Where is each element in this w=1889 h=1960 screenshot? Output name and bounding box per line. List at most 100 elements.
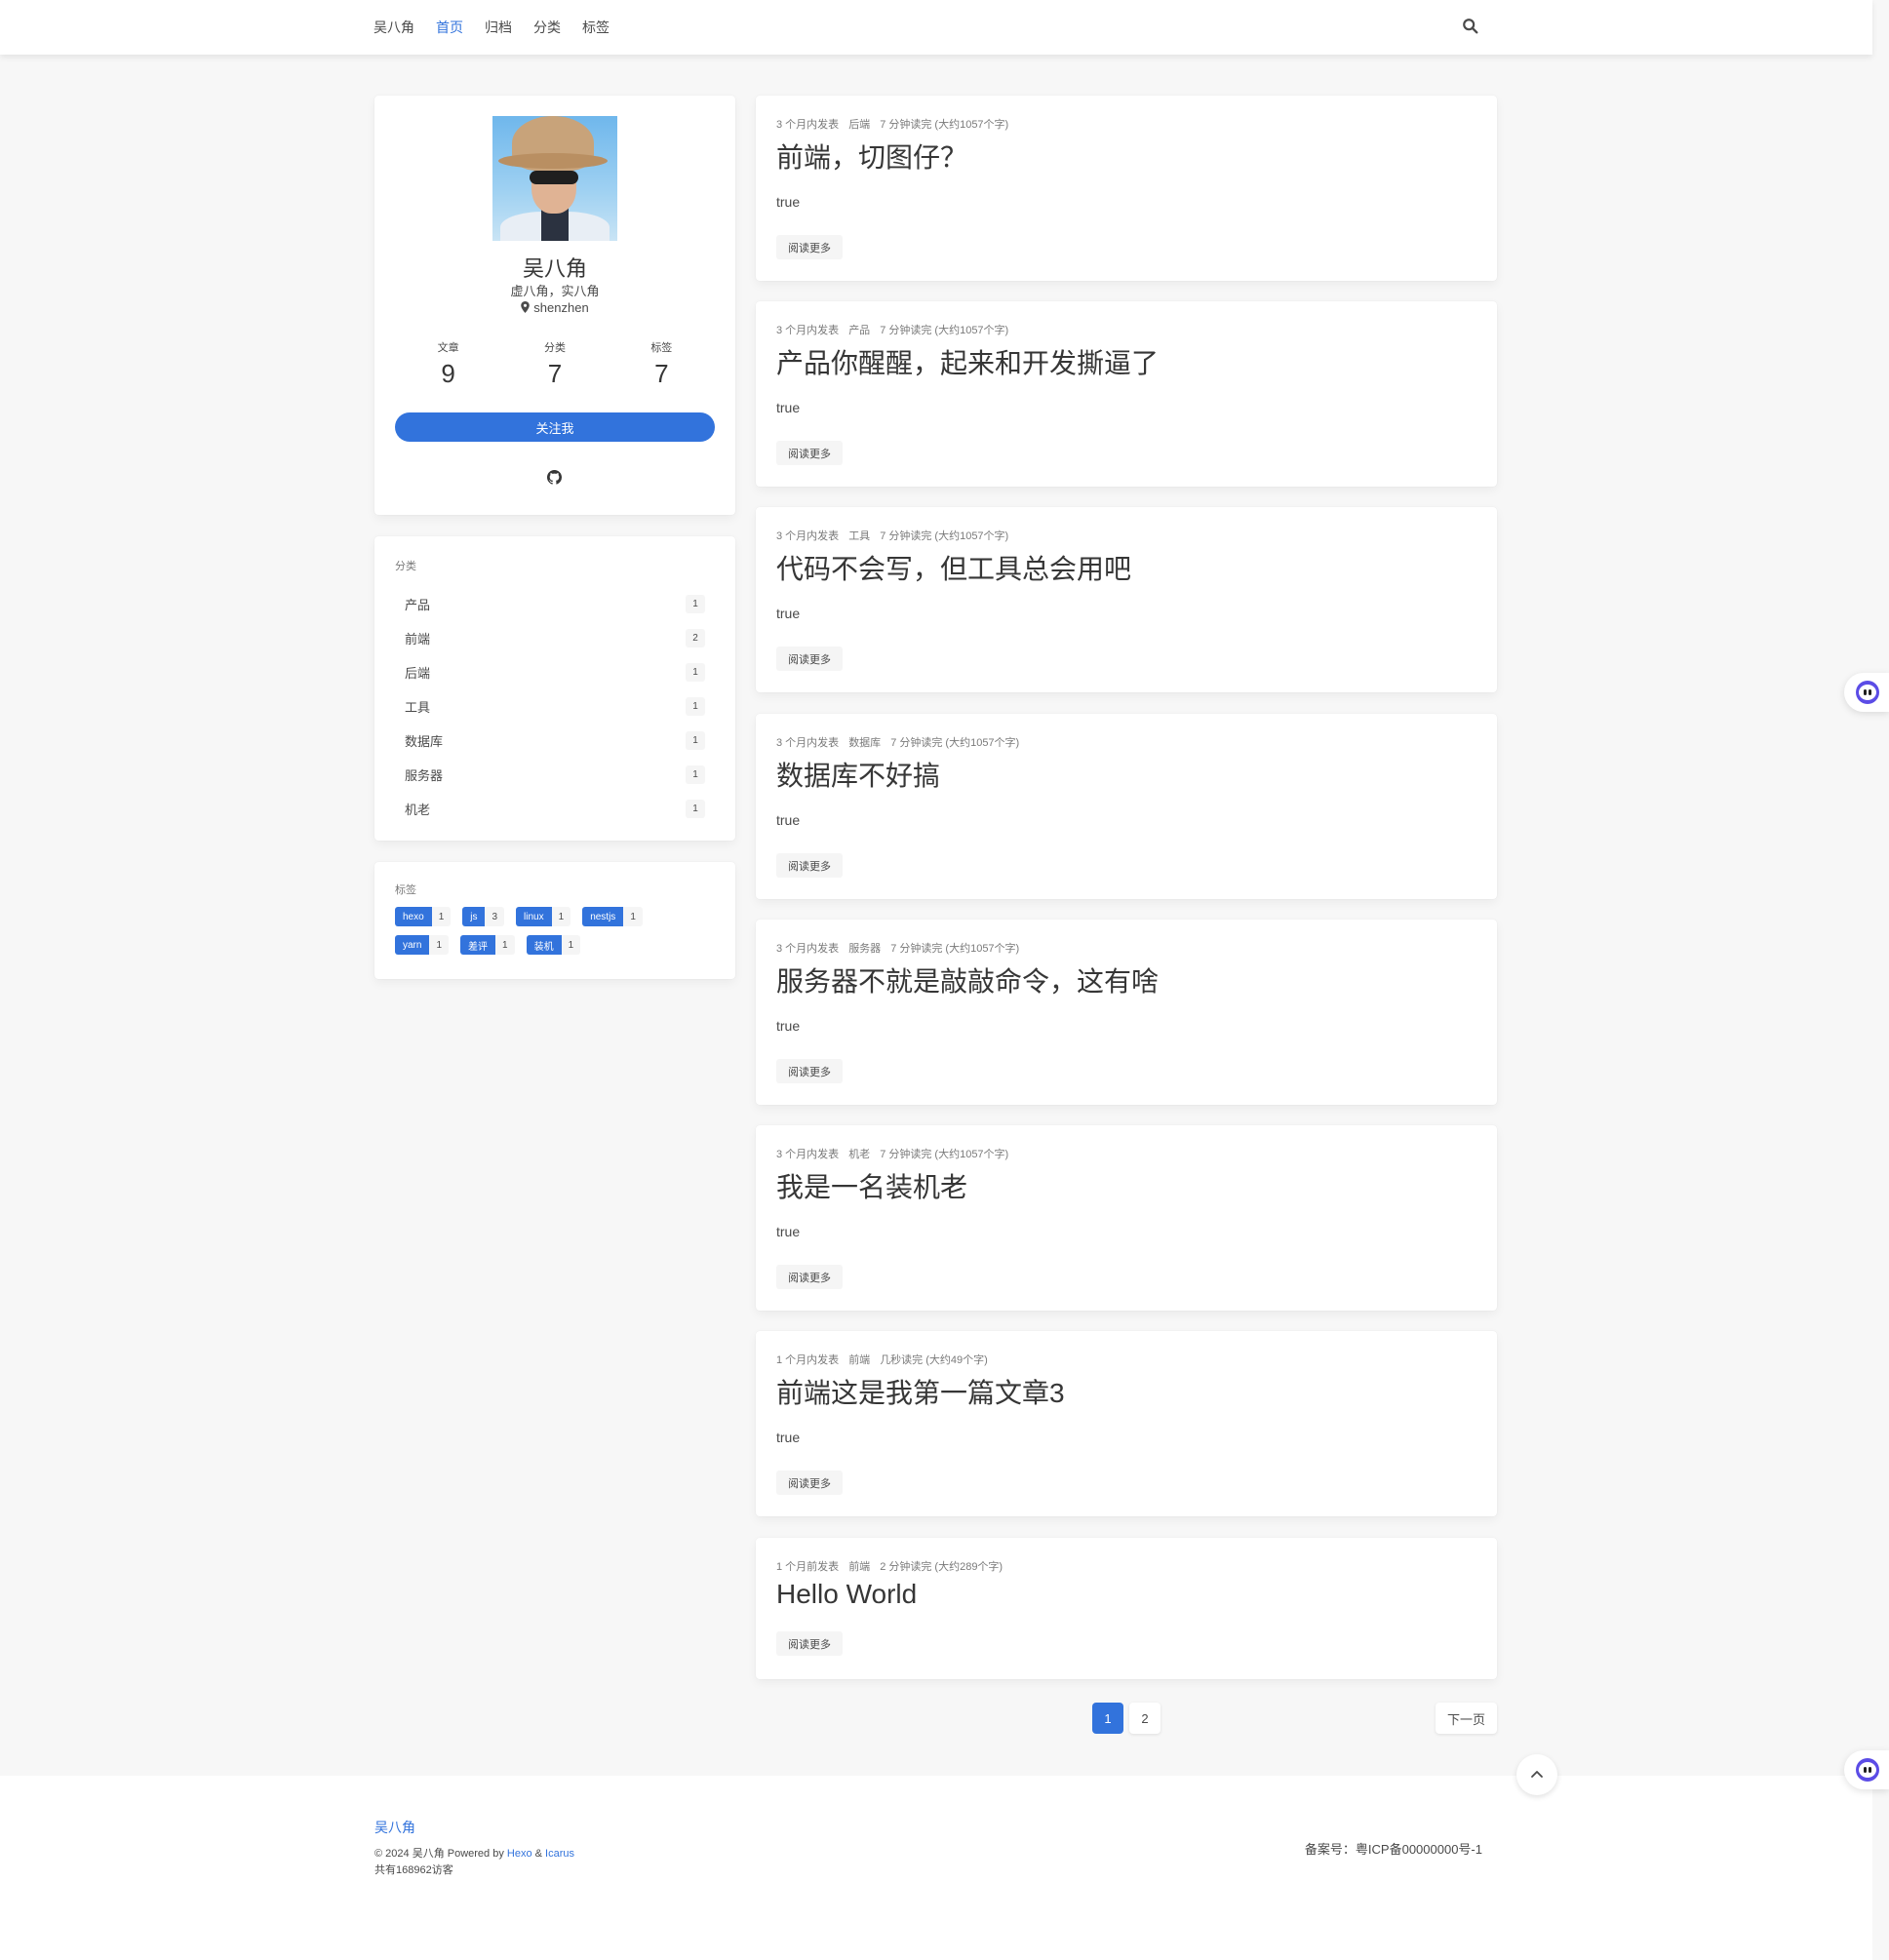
- post-date: 3 个月内发表: [776, 737, 840, 749]
- footer-brand[interactable]: 吴八角: [374, 1818, 415, 1837]
- post-excerpt: true: [776, 194, 801, 210]
- tag-build-pc[interactable]: 装机 1: [526, 935, 581, 955]
- github-icon[interactable]: [547, 470, 562, 485]
- stat-categories[interactable]: 分类 7: [501, 339, 608, 389]
- post-excerpt: true: [776, 400, 801, 415]
- post-meta: 3 个月内发表 机老 7 分钟读完 (大约1057个字): [776, 1146, 1018, 1161]
- category-item-tools[interactable]: 工具 1: [395, 689, 715, 724]
- navbar-inner: 吴八角 首页 归档 分类 标签: [374, 0, 1491, 55]
- next-page-button[interactable]: 下一页: [1436, 1703, 1497, 1734]
- post-read-time: 7 分钟读完 (大约1057个字): [880, 530, 1009, 542]
- category-item-backend[interactable]: 后端 1: [395, 655, 715, 689]
- nav-item-archives[interactable]: 归档: [485, 18, 512, 37]
- post-category[interactable]: 前端: [848, 1354, 870, 1366]
- post-title[interactable]: 数据库不好搞: [776, 755, 940, 794]
- read-more-button[interactable]: 阅读更多: [776, 1470, 843, 1495]
- nav-brand[interactable]: 吴八角: [374, 18, 414, 37]
- read-more-button[interactable]: 阅读更多: [776, 1265, 843, 1289]
- read-more-button[interactable]: 阅读更多: [776, 235, 843, 259]
- page: 吴八角 首页 归档 分类 标签 吴八角 虚八角，实八角 shenzhen 文章 …: [0, 0, 1872, 1960]
- category-label: 数据库: [405, 734, 444, 749]
- post-title[interactable]: 服务器不就是敲敲命令，这有啥: [776, 960, 1159, 1000]
- footer-amp: &: [531, 1848, 546, 1860]
- category-count: 1: [686, 595, 705, 613]
- stat-label: 文章: [437, 342, 459, 354]
- tag-review[interactable]: 差评 1: [460, 935, 515, 955]
- tag-linux[interactable]: linux 1: [516, 907, 571, 926]
- post-title[interactable]: 产品你醒醒，起来和开发撕逼了: [776, 342, 1159, 381]
- post-title[interactable]: 前端这是我第一篇文章3: [776, 1372, 1065, 1411]
- tag-name: 差评: [460, 935, 496, 955]
- category-count: 2: [686, 629, 705, 647]
- category-label: 后端: [405, 666, 431, 681]
- post-card: 3 个月内发表 工具 7 分钟读完 (大约1057个字) 代码不会写，但工具总会用吧…: [756, 507, 1497, 692]
- stat-tags[interactable]: 标签 7: [609, 339, 715, 389]
- category-item-frontend[interactable]: 前端 2: [395, 621, 715, 655]
- post-excerpt: true: [776, 606, 801, 621]
- post-category[interactable]: 后端: [848, 119, 870, 131]
- hexo-link[interactable]: Hexo: [507, 1848, 532, 1860]
- tag-list: hexo 1 js 3 linux 1 nestjs 1 yarn 1 差评 1 装机 1: [395, 907, 717, 963]
- post-card: 3 个月内发表 服务器 7 分钟读完 (大约1057个字) 服务器不就是敲敲命令，这…: [756, 920, 1497, 1105]
- tag-count: 1: [623, 907, 643, 926]
- tag-js[interactable]: js 3: [462, 907, 505, 926]
- category-item-jilao[interactable]: 机老 1: [395, 792, 715, 826]
- post-card: 3 个月内发表 机老 7 分钟读完 (大约1057个字) 我是一名装机老 true …: [756, 1125, 1497, 1311]
- category-item-database[interactable]: 数据库 1: [395, 724, 715, 758]
- footer: 吴八角 © 2024 吴八角 Powered by Hexo & Icarus …: [0, 1776, 1872, 1960]
- post-excerpt: true: [776, 1430, 801, 1445]
- tag-count: 1: [495, 935, 515, 955]
- profile-motto: 虚八角，实八角: [510, 284, 600, 298]
- footer-icp[interactable]: 备案号：粤ICP备00000000号-1: [1305, 1839, 1482, 1858]
- post-card: 3 个月内发表 数据库 7 分钟读完 (大约1057个字) 数据库不好搞 true …: [756, 714, 1497, 899]
- tag-name: hexo: [395, 907, 432, 926]
- read-more-button[interactable]: 阅读更多: [776, 647, 843, 671]
- back-to-top-button[interactable]: [1516, 1754, 1557, 1795]
- profile-location: shenzhen: [374, 300, 735, 315]
- search-icon[interactable]: [1462, 18, 1479, 35]
- post-category[interactable]: 产品: [848, 325, 870, 336]
- post-category[interactable]: 工具: [848, 530, 870, 542]
- post-read-time: 7 分钟读完 (大约1057个字): [880, 1149, 1009, 1160]
- chat-bot-button[interactable]: [1844, 673, 1889, 712]
- read-more-button[interactable]: 阅读更多: [776, 441, 843, 465]
- nav-item-categories[interactable]: 分类: [533, 18, 561, 37]
- post-title[interactable]: 我是一名装机老: [776, 1166, 967, 1205]
- post-excerpt: true: [776, 812, 801, 828]
- stat-label: 标签: [650, 342, 673, 354]
- pagination-page-2[interactable]: 2: [1129, 1703, 1161, 1734]
- tag-count: 1: [561, 935, 581, 955]
- post-title[interactable]: 前端，切图仔？: [776, 137, 967, 176]
- nav-item-tags[interactable]: 标签: [582, 18, 610, 37]
- stat-label: 分类: [543, 342, 566, 354]
- post-category[interactable]: 数据库: [848, 737, 881, 749]
- post-date: 3 个月内发表: [776, 1149, 840, 1160]
- nav-item-home[interactable]: 首页: [436, 18, 463, 37]
- read-more-button[interactable]: 阅读更多: [776, 1059, 843, 1083]
- tags-widget: 标签 hexo 1 js 3 linux 1 nestjs 1 yarn 1 差评 1 装机…: [374, 862, 735, 979]
- post-title[interactable]: 代码不会写，但工具总会用吧: [776, 548, 1131, 587]
- post-title[interactable]: Hello World: [776, 1579, 917, 1610]
- follow-button[interactable]: 关注我: [395, 412, 715, 442]
- tag-nestjs[interactable]: nestjs 1: [582, 907, 643, 926]
- category-item-product[interactable]: 产品 1: [395, 587, 715, 621]
- post-category[interactable]: 服务器: [848, 943, 881, 955]
- icarus-link[interactable]: Icarus: [545, 1848, 574, 1860]
- stat-value: 7: [654, 359, 669, 388]
- post-category[interactable]: 机老: [848, 1149, 870, 1160]
- read-more-button[interactable]: 阅读更多: [776, 1631, 843, 1656]
- profile-card: 吴八角 虚八角，实八角 shenzhen 文章 9 分类 7 标签 7 关注我: [374, 96, 735, 515]
- category-item-server[interactable]: 服务器 1: [395, 758, 715, 792]
- chat-bot-button[interactable]: [1844, 1750, 1889, 1789]
- stat-posts[interactable]: 文章 9: [395, 339, 501, 389]
- category-label: 工具: [405, 700, 431, 715]
- category-list: 产品 1 前端 2 后端 1 工具 1 数据库 1 服务器 1 机老 1: [395, 587, 715, 826]
- tag-name: linux: [516, 907, 552, 926]
- read-more-button[interactable]: 阅读更多: [776, 853, 843, 878]
- tag-hexo[interactable]: hexo 1: [395, 907, 452, 926]
- post-category[interactable]: 前端: [848, 1561, 870, 1573]
- tag-yarn[interactable]: yarn 1: [395, 935, 450, 955]
- pagination-page-1[interactable]: 1: [1092, 1703, 1123, 1734]
- chevron-up-icon: [1531, 1771, 1543, 1778]
- category-count: 1: [686, 663, 705, 682]
